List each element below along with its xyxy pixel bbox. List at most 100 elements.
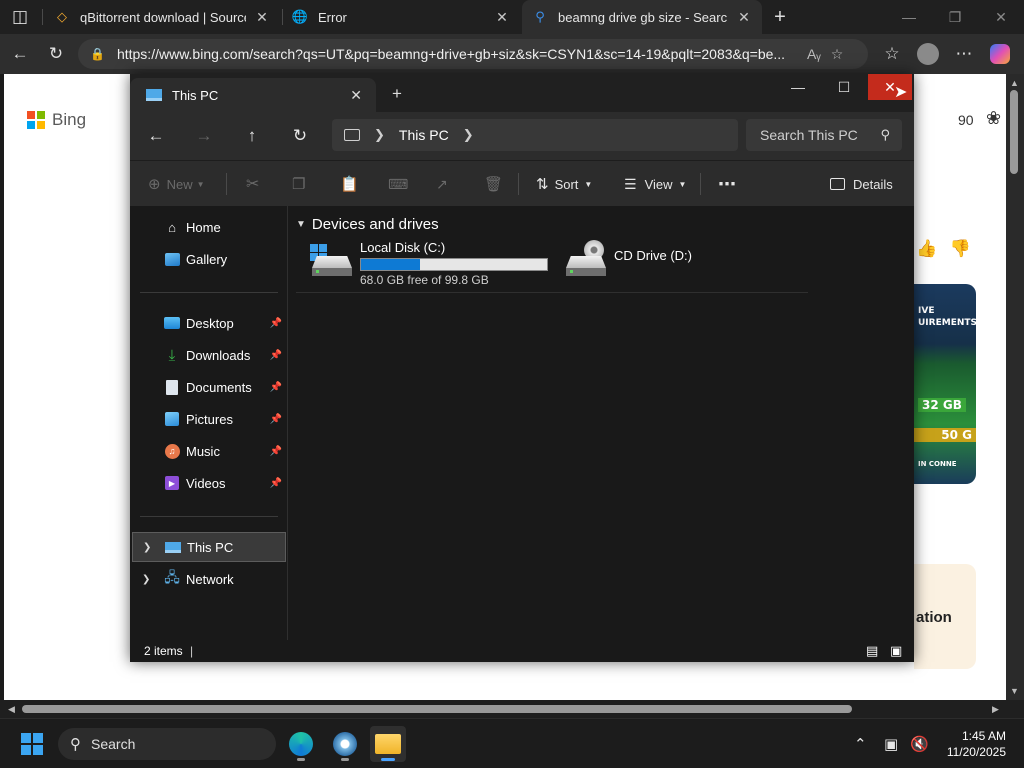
new-tab-icon[interactable]: +: [766, 3, 794, 31]
favorite-star-icon[interactable]: ☆: [831, 46, 844, 63]
url-field[interactable]: 🔒 https://www.bing.com/search?qs=UT&pq=b…: [78, 39, 868, 69]
qbittorrent-icon: ◇: [57, 9, 67, 24]
forward-icon[interactable]: →: [190, 124, 218, 148]
sidebar-item-desktop[interactable]: Desktop 📌: [132, 308, 286, 338]
browser-tab-error[interactable]: 🌐 Error ✕: [282, 0, 520, 34]
back-icon[interactable]: ←: [142, 124, 170, 148]
sidebar-item-pictures[interactable]: Pictures 📌: [132, 404, 286, 434]
new-tab-icon[interactable]: +: [392, 84, 402, 104]
details-button[interactable]: Details: [830, 161, 893, 207]
maximize-icon[interactable]: ☐: [822, 74, 866, 100]
back-icon[interactable]: ←: [6, 40, 34, 68]
chevron-right-icon[interactable]: ❯: [143, 542, 151, 553]
pin-icon[interactable]: 📌: [270, 446, 282, 457]
browser-tab-bar: ◫ ◇ qBittorrent download | SourceFor ✕ 🌐…: [0, 0, 1024, 34]
sidebar-item-music[interactable]: ♫ Music 📌: [132, 436, 286, 466]
up-icon[interactable]: ↑: [238, 124, 266, 148]
rename-icon[interactable]: ⌨: [388, 161, 408, 207]
clock[interactable]: 1:45 AM 11/20/2025: [938, 728, 1006, 760]
sidebar-item-downloads[interactable]: ⤓ Downloads 📌: [132, 340, 286, 370]
view-button[interactable]: ☰ View ▼: [624, 161, 686, 207]
pin-icon[interactable]: 📌: [270, 478, 282, 489]
rewards-points[interactable]: 90: [958, 112, 974, 128]
refresh-icon[interactable]: ↻: [42, 40, 70, 68]
pin-icon[interactable]: 📌: [270, 350, 282, 361]
taskbar-search-box[interactable]: ⚲ Search: [58, 728, 276, 760]
horizontal-scroll-thumb[interactable]: [22, 705, 852, 713]
chevron-right-icon[interactable]: ❯: [142, 574, 150, 585]
sidebar-item-gallery[interactable]: Gallery: [132, 244, 286, 274]
group-header-devices[interactable]: ▼ Devices and drives: [296, 216, 439, 233]
file-list: ▼ Devices and drives Local Disk (C:) 68.…: [288, 206, 914, 640]
pin-icon[interactable]: 📌: [270, 414, 282, 425]
navigation-pane: ⌂ Home Gallery Desktop 📌 ⤓ Downloads 📌 D…: [130, 206, 288, 640]
tiles-view-icon[interactable]: ▣: [890, 643, 902, 659]
minimize-icon[interactable]: —: [776, 74, 820, 100]
cd-drive-icon: [564, 240, 610, 280]
close-tab-icon[interactable]: ✕: [350, 87, 362, 104]
volume-muted-icon[interactable]: 🔇: [910, 735, 929, 753]
minimize-icon[interactable]: —: [886, 0, 932, 34]
sort-button[interactable]: ⇅ Sort ▼: [536, 161, 592, 207]
network-status-icon[interactable]: ▣: [884, 735, 898, 753]
rewards-icon[interactable]: ❀: [986, 108, 1001, 129]
read-aloud-icon[interactable]: Aᵧ: [807, 46, 821, 62]
more-menu-icon[interactable]: ⋯: [950, 40, 978, 68]
scroll-right-icon[interactable]: ▶: [992, 704, 999, 715]
sidebar-item-this-pc[interactable]: ❯ This PC: [132, 532, 286, 562]
ad-card[interactable]: ation: [914, 564, 976, 669]
cut-icon[interactable]: ✂: [246, 161, 259, 207]
item-count: 2 items: [144, 644, 183, 658]
thumbs-down-icon[interactable]: 👎: [950, 239, 971, 258]
monitor-icon: [344, 129, 360, 141]
share-icon[interactable]: ↗: [436, 161, 448, 207]
ad-image[interactable]: IVE UIREMENTS 32 GB 50 G IN CONNE: [914, 284, 976, 484]
show-hidden-icons-icon[interactable]: ⌃: [854, 735, 867, 753]
browser-tab-search[interactable]: ⚲ beamng drive gb size - Search ✕: [522, 0, 762, 34]
qbittorrent-app-icon[interactable]: [327, 726, 363, 762]
browser-tab-qbittorrent[interactable]: ◇ qBittorrent download | SourceFor ✕: [44, 0, 280, 34]
delete-icon[interactable]: 🗑: [484, 161, 503, 207]
scroll-left-icon[interactable]: ◀: [8, 704, 15, 715]
gallery-icon: [162, 251, 182, 267]
close-tab-icon[interactable]: ✕: [254, 9, 270, 26]
drive-cd-d[interactable]: CD Drive (D:): [564, 240, 692, 280]
explorer-tab-this-pc[interactable]: This PC ✕: [130, 78, 376, 112]
sidebar-item-network[interactable]: ❯ 🖧 Network: [132, 564, 286, 594]
details-view-icon[interactable]: ▤: [866, 643, 878, 659]
file-explorer-app-icon[interactable]: [370, 726, 406, 762]
vertical-scroll-thumb[interactable]: [1010, 90, 1018, 174]
tab-actions-icon[interactable]: ◫: [6, 3, 34, 31]
sidebar-item-documents[interactable]: Documents 📌: [132, 372, 286, 402]
thumbs-up-icon[interactable]: 👍: [916, 239, 937, 258]
home-icon: ⌂: [168, 219, 176, 235]
scroll-down-icon[interactable]: ▼: [1010, 686, 1019, 696]
search-field[interactable]: Search This PC ⚲: [746, 119, 902, 151]
refresh-icon[interactable]: ↻: [286, 124, 314, 148]
sidebar-item-home[interactable]: ⌂ Home: [132, 212, 286, 242]
chevron-right-icon[interactable]: ❯: [463, 127, 474, 143]
profile-avatar-icon[interactable]: [914, 40, 942, 68]
edge-app-icon[interactable]: [283, 726, 319, 762]
close-tab-icon[interactable]: ✕: [494, 9, 510, 26]
favorites-icon[interactable]: ☆: [878, 40, 906, 68]
drive-local-disk-c[interactable]: Local Disk (C:) 68.0 GB free of 99.8 GB: [310, 240, 548, 287]
new-button[interactable]: ⊕ New ▼: [148, 161, 205, 207]
sidebar-item-videos[interactable]: ▶ Videos 📌: [132, 468, 286, 498]
windows-start-icon[interactable]: [14, 726, 50, 762]
paste-icon[interactable]: 📋: [340, 161, 359, 207]
chevron-down-icon: ▼: [196, 179, 205, 189]
chevron-down-icon: ▼: [296, 219, 306, 230]
close-tab-icon[interactable]: ✕: [736, 9, 752, 26]
restore-icon[interactable]: ❐: [932, 0, 978, 34]
close-window-icon[interactable]: ✕: [978, 0, 1024, 34]
bing-logo[interactable]: Bing: [26, 110, 86, 130]
pin-icon[interactable]: 📌: [270, 318, 282, 329]
address-breadcrumb[interactable]: ❯ This PC ❯: [332, 119, 738, 151]
copilot-icon[interactable]: [986, 40, 1014, 68]
more-options-icon[interactable]: ⋯: [718, 161, 736, 207]
copy-icon[interactable]: ❐: [292, 161, 305, 207]
pin-icon[interactable]: 📌: [270, 382, 282, 393]
scroll-up-icon[interactable]: ▲: [1010, 78, 1019, 88]
disk-usage-fill: [361, 259, 420, 270]
